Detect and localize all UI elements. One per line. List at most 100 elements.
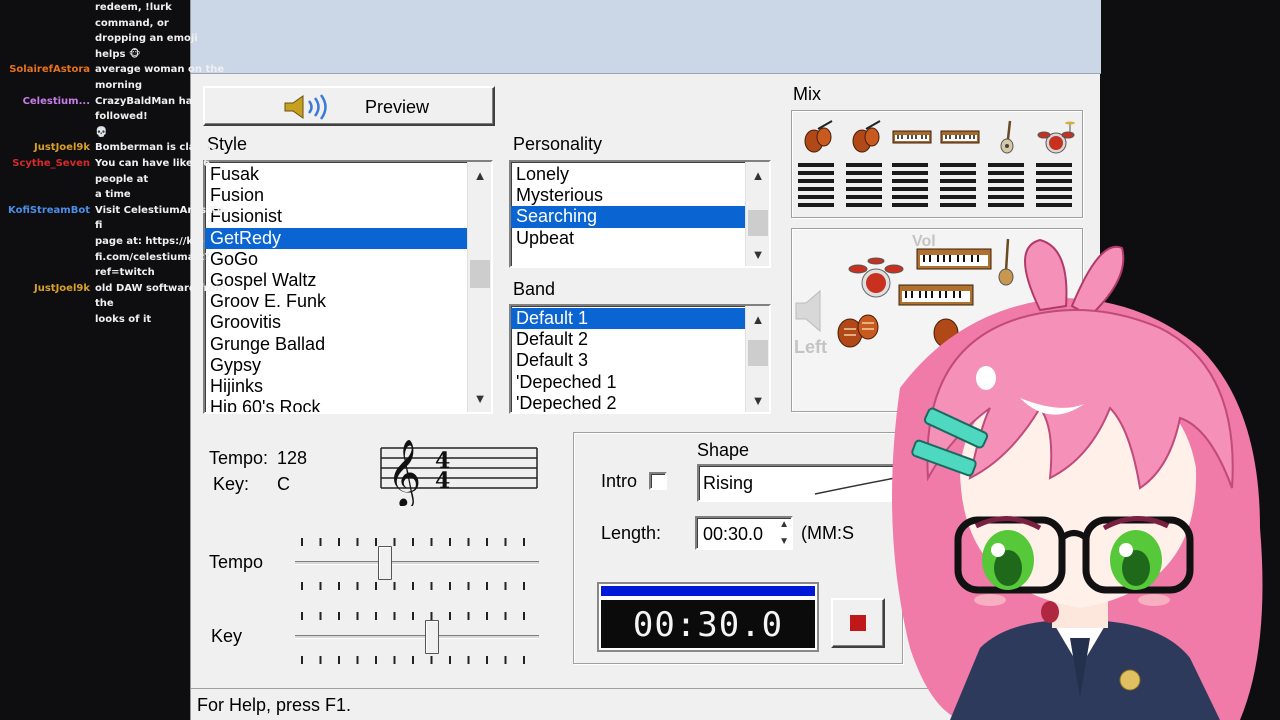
level-meter[interactable] [940,163,976,211]
chat-text: average woman on the [95,64,225,76]
status-text: For Help, press F1. [197,695,352,715]
mix-heading: Mix [793,84,821,104]
chat-text: redeem, !lurk command, or [95,2,172,29]
list-item[interactable]: Fusion [205,185,491,206]
level-meter[interactable] [798,163,834,211]
intro-checkbox[interactable] [649,472,667,490]
style-items: Fusak Fusion Fusionist GetRedy GoGo Gospel Wa… [205,162,491,412]
level-meter[interactable] [1036,163,1072,211]
personality-scrollbar[interactable]: ▲ ▼ [745,162,769,266]
tempo-slider-thumb[interactable] [378,546,393,580]
chat-username: KofiStreamBot [0,203,95,234]
list-item[interactable]: Grunge Ballad [205,334,491,355]
length-input[interactable]: 00:30.0 ▲ ▼ [695,516,793,550]
list-item[interactable]: Groovitis [205,312,491,333]
chat-message: Celestium... CrazyBaldMan has followed! [0,94,230,125]
chat-user-name: SolairefAstora [9,64,90,76]
chat-message: JustJoel9k old DAW software from the [0,281,230,312]
tempo-ticks-bottom [301,582,537,590]
chat-text: fi.com/celestiumart? [95,251,210,263]
list-item[interactable]: Default 1 [511,308,769,330]
tempo-ticks-top [301,538,537,546]
personality-list[interactable]: Lonely Mysterious Searching Upbeat ▲ ▼ [509,160,771,268]
key-slider-thumb[interactable] [424,620,439,654]
scroll-thumb[interactable] [470,260,490,288]
scroll-down-icon[interactable]: ▼ [751,247,765,262]
chat-text: Visit CelestiumArt's Ko-fi [95,204,229,232]
chat-message: redeem, !lurk command, or [0,0,230,31]
list-item[interactable]: Fusak [205,164,491,185]
band-list[interactable]: Default 1 Default 2 Default 3 'Depeched 1 'D… [509,304,771,414]
list-item[interactable]: Lonely [511,164,769,185]
chat-username [0,78,95,94]
key-info-label: Key: [213,474,250,494]
length-spin-down-icon[interactable]: ▼ [779,536,789,547]
length-label: Length: [601,523,662,543]
style-list[interactable]: Fusak Fusion Fusionist GetRedy GoGo Gospel Wa… [203,160,493,414]
list-item[interactable]: Mysterious [511,185,769,206]
keyboard-icon[interactable] [940,119,980,155]
scroll-up-icon[interactable]: ▲ [473,168,487,183]
scroll-down-icon[interactable]: ▼ [473,391,487,406]
list-item[interactable]: Searching [511,206,769,228]
key-info-value: C [277,474,290,494]
mix-panel [791,110,1083,218]
timer-readout: 00:30.0 [601,600,815,648]
list-item[interactable]: Groov E. Funk [205,291,491,312]
drums-icon[interactable] [1036,119,1076,155]
chat-message: 💀 [0,125,230,141]
keyboard-icon[interactable] [892,119,932,155]
level-meter[interactable] [846,163,882,211]
chat-text: looks of it [95,313,152,325]
chat-text: a time [95,189,131,201]
chat-message: KofiStreamBot Visit CelestiumArt's Ko-fi [0,203,230,234]
scroll-up-icon[interactable]: ▲ [751,312,765,327]
personality-heading: Personality [513,134,603,154]
scroll-down-icon[interactable]: ▼ [751,393,765,408]
key-slider-label: Key [211,626,243,646]
length-value: 00:30.0 [703,524,764,544]
shape-heading: Shape [697,440,750,460]
chat-user-name: KofiStreamBot [8,204,90,216]
scroll-thumb[interactable] [748,210,768,236]
scroll-thumb[interactable] [748,340,768,366]
list-item[interactable]: Gypsy [205,355,491,376]
list-item[interactable]: Gospel Waltz [205,270,491,291]
list-item[interactable]: GetRedy [205,227,491,249]
list-item[interactable]: Hip 60's Rock [205,397,491,412]
chat-message: dropping an emoji helps 🐵 [0,31,230,62]
chat-text: dropping an emoji helps 🐵 [95,33,198,60]
style-scrollbar[interactable]: ▲ ▼ [467,162,491,412]
tempo-info-label: Tempo: [209,448,269,468]
length-spin-up-icon[interactable]: ▲ [779,519,789,530]
list-item[interactable]: GoGo [205,249,491,270]
list-item[interactable]: 'Depeched 2 [511,393,769,412]
level-meter[interactable] [988,163,1024,211]
list-item[interactable]: Fusionist [205,206,491,227]
violin-icon[interactable] [798,119,838,155]
list-item[interactable]: Default 3 [511,350,769,371]
chat-text: old DAW software from the [95,282,226,310]
list-item[interactable]: Upbeat [511,228,769,249]
list-item[interactable]: Hijinks [205,376,491,397]
chat-message: ref=twitch [0,265,230,281]
band-scrollbar[interactable]: ▲ ▼ [745,306,769,412]
scroll-up-icon[interactable]: ▲ [751,168,765,183]
chat-username: Celestium... [0,94,95,125]
chat-message: Scythe_Seven You can have like 16 people … [0,156,230,187]
guitar-icon[interactable] [988,119,1028,155]
level-meter[interactable] [892,163,928,211]
tempo-slider-label: Tempo [209,552,264,572]
list-item[interactable]: Default 2 [511,329,769,350]
violin-icon[interactable] [846,119,886,155]
timer-display: 00:30.0 [597,582,819,652]
stream-chat: redeem, !lurk command, or dropping an emo… [0,0,230,327]
preview-button[interactable]: Preview [203,86,495,126]
chat-user-name: JustJoel9k [34,142,90,154]
chat-username [0,0,95,31]
svg-text:𝄞: 𝄞 [387,438,421,506]
band-heading: Band [513,279,556,299]
key-slider-track[interactable] [295,635,539,639]
list-item[interactable]: 'Depeched 1 [511,372,769,393]
tempo-slider-track[interactable] [295,561,539,565]
